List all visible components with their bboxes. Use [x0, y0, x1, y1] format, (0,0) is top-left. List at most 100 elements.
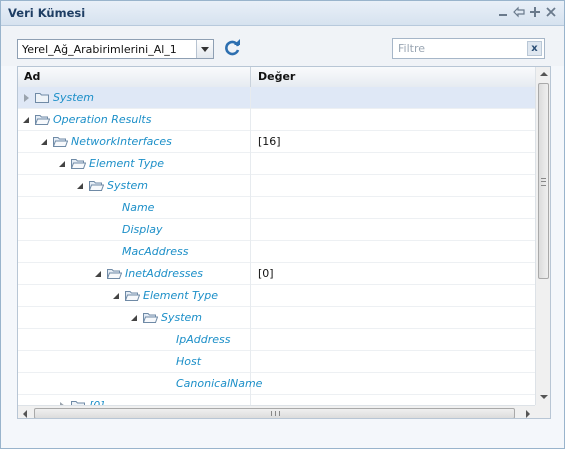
scroll-up-icon[interactable] — [536, 67, 550, 82]
tree-row[interactable]: Element Type — [18, 285, 535, 307]
grip-icon — [541, 178, 546, 186]
tree-node-label: Display — [122, 223, 163, 236]
tree-node: Element Type — [112, 289, 218, 302]
column-divider[interactable] — [250, 67, 251, 87]
minimize-icon[interactable] — [497, 6, 509, 18]
tree-row[interactable]: System — [18, 87, 535, 109]
tree-node-value: [16] — [258, 135, 281, 148]
column-header-name[interactable]: Ad — [24, 70, 40, 83]
tree-node-label: MacAddress — [122, 245, 189, 258]
restore-icon[interactable] — [513, 6, 525, 18]
expanded-triangle-icon[interactable] — [76, 181, 86, 191]
chevron-down-icon[interactable] — [196, 40, 213, 58]
tree-node: Host — [176, 355, 201, 368]
tree-row[interactable]: Element Type — [18, 153, 535, 175]
folder-open-icon — [106, 268, 123, 280]
expanded-triangle-icon[interactable] — [58, 159, 68, 169]
expanded-triangle-icon[interactable] — [130, 313, 140, 323]
tree-node: System — [22, 91, 94, 104]
filter-input[interactable] — [393, 39, 531, 58]
panel-title: Veri Kümesi — [8, 6, 86, 20]
tree-row[interactable]: Operation Results — [18, 109, 535, 131]
scroll-right-icon[interactable] — [520, 406, 535, 418]
scroll-down-icon[interactable] — [536, 390, 550, 405]
tree-row[interactable]: Display — [18, 219, 535, 241]
tree-node-label: Host — [176, 355, 202, 368]
refresh-icon[interactable] — [223, 38, 243, 58]
dataset-grid: Ad Değer System Operation Results NetworkI… — [17, 66, 551, 419]
horizontal-scrollbar[interactable] — [18, 405, 535, 418]
tree-node: IpAddress — [176, 333, 230, 346]
column-divider — [250, 87, 251, 109]
tree-node-label: Operation Results — [53, 113, 152, 126]
expanded-triangle-icon[interactable] — [112, 291, 122, 301]
folder-open-icon — [52, 136, 69, 148]
column-divider — [250, 219, 251, 241]
tree-node: Operation Results — [22, 113, 151, 126]
tree-row[interactable]: Name — [18, 197, 535, 219]
tree-row[interactable]: System — [18, 307, 535, 329]
column-divider — [250, 175, 251, 197]
column-divider — [250, 263, 251, 285]
tree-node: InetAddresses — [94, 267, 203, 280]
tree-node: NetworkInterfaces — [40, 135, 172, 148]
column-divider — [250, 131, 251, 153]
tree-node-value: [0] — [258, 267, 274, 280]
column-divider — [250, 241, 251, 263]
tree-node: System — [130, 311, 202, 324]
tree-row[interactable]: CanonicalName — [18, 373, 535, 395]
column-divider — [250, 109, 251, 131]
tree-row[interactable]: NetworkInterfaces [16] — [18, 131, 535, 153]
tree-row[interactable]: IpAddress — [18, 329, 535, 351]
expanded-triangle-icon[interactable] — [40, 137, 50, 147]
vertical-scroll-thumb[interactable] — [538, 83, 549, 279]
add-icon[interactable] — [529, 6, 541, 18]
scroll-corner — [535, 405, 550, 418]
tree-node: System — [76, 179, 148, 192]
column-divider — [250, 153, 251, 175]
grid-header: Ad Değer — [18, 67, 535, 88]
scroll-left-icon[interactable] — [18, 406, 33, 418]
tree-node-label: Element Type — [89, 157, 165, 170]
panel-titlebar: Veri Kümesi — [1, 1, 564, 26]
tree-node-label: NetworkInterfaces — [71, 135, 172, 148]
folder-open-icon — [124, 290, 141, 302]
close-icon[interactable] — [545, 6, 557, 18]
column-header-value[interactable]: Değer — [258, 70, 295, 83]
column-divider — [250, 197, 251, 219]
dataset-panel: Veri Kümesi Yerel_Ağ_Arabirimlerini_Al_1 — [0, 0, 565, 449]
column-divider — [250, 285, 251, 307]
tree-row[interactable]: InetAddresses [0] — [18, 263, 535, 285]
expanded-triangle-icon[interactable] — [22, 115, 32, 125]
tree-node-label: System — [107, 179, 149, 192]
tree-node-label: Name — [122, 201, 155, 214]
folder-open-icon — [88, 180, 105, 192]
tree-node-label: IpAddress — [176, 333, 231, 346]
folder-open-icon — [34, 114, 51, 126]
horizontal-scroll-thumb[interactable] — [34, 408, 515, 418]
tree-rows: System Operation Results NetworkInterfaces… — [18, 87, 535, 407]
tree-node-label: System — [161, 311, 203, 324]
clear-filter-button[interactable]: x — [527, 41, 542, 56]
vertical-scrollbar[interactable] — [535, 67, 550, 405]
panel-tools — [497, 6, 557, 18]
tree-row[interactable]: MacAddress — [18, 241, 535, 263]
tree-node: Display — [122, 223, 163, 236]
tree-node-label: InetAddresses — [125, 267, 204, 280]
tree-node: Name — [122, 201, 154, 214]
dataset-select[interactable]: Yerel_Ağ_Arabirimlerini_Al_1 — [17, 39, 214, 59]
tree-node: MacAddress — [122, 245, 189, 258]
folder-icon — [35, 92, 50, 104]
folder-open-icon — [70, 158, 87, 170]
expanded-triangle-icon[interactable] — [94, 269, 104, 279]
column-divider — [250, 307, 251, 329]
tree-node-label: CanonicalName — [176, 377, 263, 390]
tree-node: CanonicalName — [176, 377, 262, 390]
column-divider — [250, 329, 251, 351]
tree-row[interactable]: Host — [18, 351, 535, 373]
collapsed-triangle-icon[interactable] — [22, 93, 32, 103]
tree-node-label: System — [53, 91, 95, 104]
folder-open-icon — [142, 312, 159, 324]
panel-toolbar: Yerel_Ağ_Arabirimlerini_Al_1 x — [1, 26, 564, 66]
tree-row[interactable]: System — [18, 175, 535, 197]
